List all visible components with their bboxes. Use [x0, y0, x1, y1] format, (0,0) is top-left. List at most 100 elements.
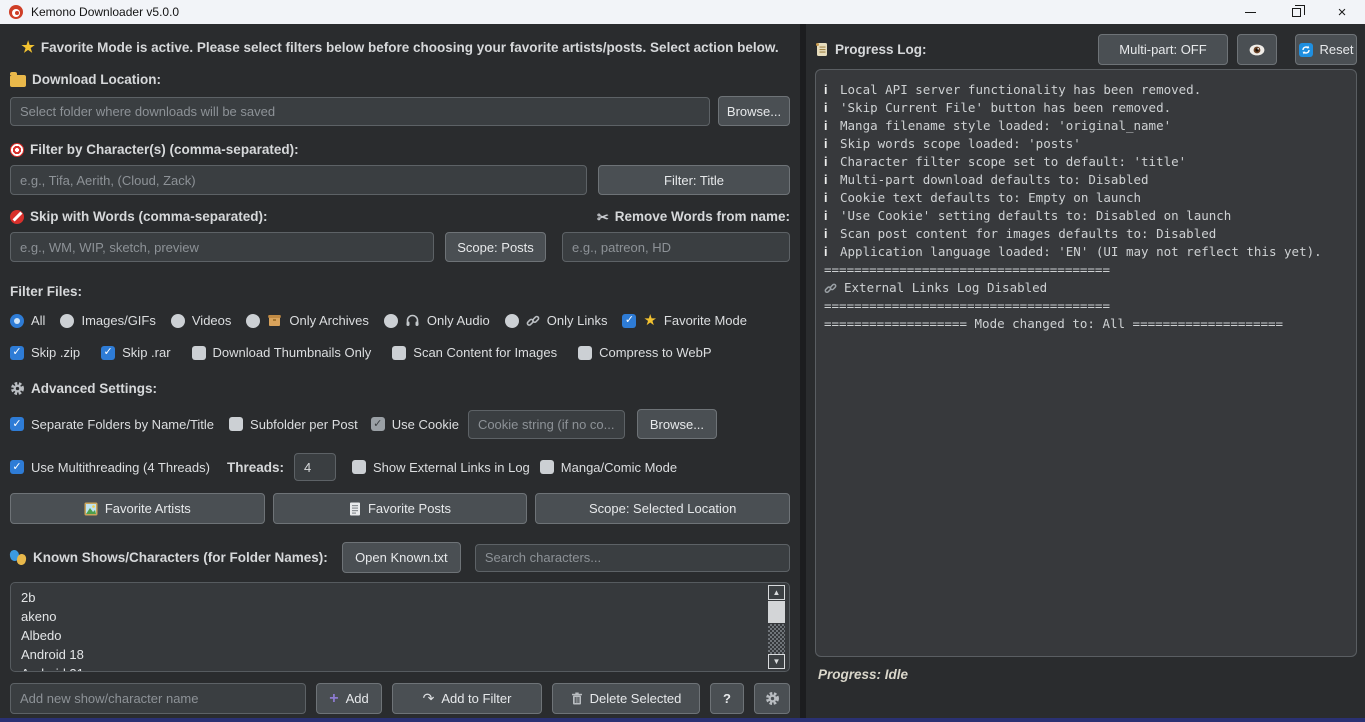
separate-folders-checkbox[interactable]: ✓Separate Folders by Name/Title	[10, 417, 214, 432]
list-scrollbar[interactable]: ▲ ▼	[768, 585, 785, 669]
delete-selected-button[interactable]: Delete Selected	[552, 683, 700, 714]
reset-button[interactable]: Reset	[1295, 34, 1357, 65]
theater-masks-icon	[10, 550, 27, 565]
compress-webp-checkbox[interactable]: Compress to WebP	[578, 345, 711, 360]
favorite-mode-checkbox-control: ✓	[622, 314, 636, 328]
help-button[interactable]: ?	[710, 683, 744, 714]
add-to-filter-button[interactable]: ↷ Add to Filter	[392, 683, 542, 714]
scroll-up-button[interactable]: ▲	[768, 585, 785, 600]
radio-all[interactable]: All	[10, 313, 45, 328]
download-location-input[interactable]	[10, 97, 710, 126]
favorite-posts-button[interactable]: Favorite Posts	[273, 493, 528, 524]
skip-words-label: Skip with Words (comma-separated):	[30, 209, 268, 224]
radio-only-archives[interactable]: Only Archives	[246, 313, 368, 328]
browse-cookie-button[interactable]: Browse...	[637, 409, 717, 439]
scan-content-checkbox[interactable]: Scan Content for Images	[392, 345, 557, 360]
known-characters-list[interactable]: 2b akeno Albedo Android 18 Android 21 ▲ …	[10, 582, 790, 672]
character-filter-input[interactable]	[10, 165, 587, 195]
star-icon: ★	[643, 313, 656, 328]
target-icon	[10, 143, 24, 157]
app-logo-icon	[9, 5, 23, 19]
scroll-track[interactable]	[768, 624, 785, 654]
minimize-icon	[1245, 12, 1256, 13]
skip-words-input[interactable]	[10, 232, 434, 262]
list-item[interactable]: 2b	[21, 588, 779, 607]
threads-input[interactable]	[294, 453, 336, 481]
browse-download-button[interactable]: Browse...	[718, 96, 790, 126]
known-shows-label: Known Shows/Characters (for Folder Names…	[33, 550, 328, 565]
radio-archives-control	[246, 314, 260, 328]
download-location-label: Download Location:	[32, 72, 161, 87]
radio-images-gifs[interactable]: Images/GIFs	[60, 313, 155, 328]
main-settings-panel: ★ Favorite Mode is active. Please select…	[0, 24, 800, 718]
star-icon: ★	[21, 40, 34, 55]
list-item[interactable]: Albedo	[21, 626, 779, 645]
list-item[interactable]: Android 21	[21, 664, 779, 672]
threads-label: Threads:	[227, 460, 284, 475]
subfolder-per-post-checkbox[interactable]: Subfolder per Post	[229, 417, 358, 432]
radio-videos-control	[171, 314, 185, 328]
minimize-button[interactable]	[1227, 0, 1273, 24]
progress-status: Progress: Idle	[815, 667, 1357, 682]
eye-icon	[1249, 44, 1265, 56]
close-button[interactable]: ×	[1319, 0, 1365, 24]
radio-only-audio[interactable]: Only Audio	[384, 313, 490, 328]
radio-videos[interactable]: Videos	[171, 313, 232, 328]
restore-button[interactable]	[1273, 0, 1319, 24]
scroll-icon	[815, 42, 829, 57]
scissors-icon: ✂	[597, 210, 609, 224]
folder-icon	[10, 75, 26, 87]
multipart-toggle-button[interactable]: Multi-part: OFF	[1098, 34, 1228, 65]
info-icon: i	[824, 171, 840, 189]
filter-scope-button[interactable]: Filter: Title	[598, 165, 790, 195]
add-button[interactable]: + Add	[316, 683, 382, 714]
skip-scope-button[interactable]: Scope: Posts	[445, 232, 546, 262]
search-characters-input[interactable]	[475, 544, 790, 572]
use-cookie-checkbox[interactable]: ✓Use Cookie	[371, 417, 459, 432]
character-filter-label: Filter by Character(s) (comma-separated)…	[30, 142, 299, 157]
curve-arrow-icon: ↷	[423, 690, 435, 707]
add-character-input[interactable]	[10, 683, 306, 714]
reset-icon	[1299, 43, 1313, 57]
scroll-thumb[interactable]	[768, 601, 785, 623]
document-icon	[349, 502, 361, 516]
show-external-links-checkbox[interactable]: Show External Links in Log	[352, 460, 530, 475]
no-entry-icon	[10, 210, 24, 224]
manga-comic-mode-checkbox[interactable]: Manga/Comic Mode	[540, 460, 677, 475]
trash-icon	[571, 692, 583, 705]
favorite-mode-banner: Favorite Mode is active. Please select f…	[41, 40, 779, 55]
restore-icon	[1292, 8, 1301, 17]
titlebar: Kemono Downloader v5.0.0 ×	[0, 0, 1365, 24]
remove-words-input[interactable]	[562, 232, 790, 262]
gear-icon	[765, 691, 780, 706]
remove-words-label: Remove Words from name:	[615, 209, 790, 224]
list-item[interactable]: akeno	[21, 607, 779, 626]
list-item[interactable]: Android 18	[21, 645, 779, 664]
eye-toggle-button[interactable]	[1237, 34, 1277, 65]
download-thumbnails-checkbox[interactable]: Download Thumbnails Only	[192, 345, 372, 360]
radio-audio-control	[384, 314, 398, 328]
scroll-down-button[interactable]: ▼	[768, 654, 785, 669]
open-known-txt-button[interactable]: Open Known.txt	[342, 542, 461, 573]
advanced-settings-label: Advanced Settings:	[31, 381, 157, 396]
skip-zip-checkbox[interactable]: ✓Skip .zip	[10, 345, 80, 360]
info-icon: i	[824, 153, 840, 171]
info-icon: i	[824, 207, 840, 225]
skip-rar-checkbox[interactable]: ✓Skip .rar	[101, 345, 170, 360]
info-icon: i	[824, 225, 840, 243]
favorite-scope-button[interactable]: Scope: Selected Location	[535, 493, 790, 524]
favorite-mode-checkbox[interactable]: ✓ ★ Favorite Mode	[622, 313, 747, 328]
radio-links-control	[505, 314, 519, 328]
headphones-icon	[405, 313, 420, 328]
cookie-string-input[interactable]	[468, 410, 625, 439]
filter-files-label: Filter Files:	[10, 284, 82, 299]
info-icon: i	[824, 135, 840, 153]
multithreading-checkbox[interactable]: ✓Use Multithreading (4 Threads)	[10, 460, 210, 475]
favorite-artists-button[interactable]: Favorite Artists	[10, 493, 265, 524]
settings-button[interactable]	[754, 683, 790, 714]
radio-all-control	[10, 314, 24, 328]
plus-icon: +	[329, 691, 338, 707]
radio-only-links[interactable]: Only Links	[505, 313, 608, 328]
picture-icon	[84, 502, 98, 516]
progress-log-output[interactable]: iLocal API server functionality has been…	[815, 69, 1357, 657]
